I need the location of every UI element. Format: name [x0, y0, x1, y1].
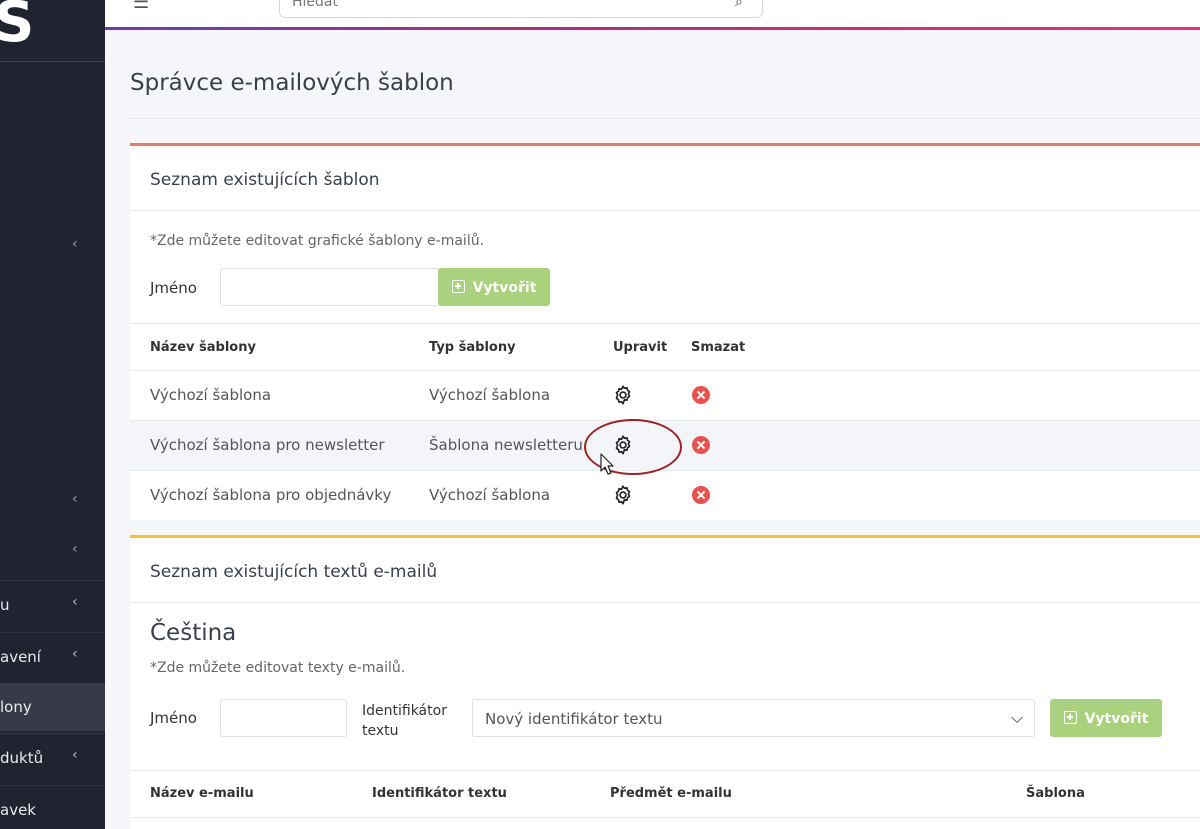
search-icon[interactable]: ⌕	[735, 0, 743, 10]
divider	[130, 770, 1200, 771]
divider	[130, 602, 1200, 603]
gear-icon[interactable]	[612, 484, 634, 506]
divider	[130, 323, 1200, 324]
column-header: Šablona	[1026, 786, 1085, 801]
divider	[130, 210, 1200, 211]
sidebar-item-label: duktů	[0, 749, 44, 767]
page-title: Správce e-mailových šablon	[130, 70, 454, 96]
column-header: Upravit	[613, 340, 668, 355]
sidebar-item-label: avení	[0, 648, 41, 666]
column-header: Typ šablony	[429, 340, 516, 355]
create-text-button[interactable]: Vytvořit	[1050, 699, 1162, 737]
template-type: Výchozí šablona	[429, 486, 551, 504]
create-template-button[interactable]: Vytvořit	[438, 268, 550, 306]
template-name: Výchozí šablona pro newsletter	[150, 436, 385, 454]
table-row: Výchozí šablona pro objednávky Výchozí š…	[130, 470, 1200, 520]
language-heading: Čeština	[150, 620, 237, 646]
sidebar-item-1[interactable]: u ‹	[0, 580, 105, 628]
top-gradient-bar	[105, 27, 1200, 30]
template-type: Výchozí šablona	[429, 386, 551, 404]
sidebar-item-label: u	[0, 596, 10, 614]
template-name: Výchozí šablona pro objednávky	[150, 486, 392, 504]
column-header: Název šablony	[150, 340, 256, 355]
logo[interactable]: S	[0, 0, 105, 62]
identifier-label-line: textu	[362, 723, 399, 739]
template-type: Šablona newsletteru	[429, 436, 583, 454]
divider	[130, 817, 1200, 818]
gear-icon[interactable]	[612, 384, 634, 406]
annotation-circle	[584, 419, 682, 475]
identifier-select[interactable]: Nový identifikátor textu ⌵	[472, 699, 1035, 737]
delete-icon[interactable]	[692, 436, 710, 454]
template-name: Výchozí šablona	[150, 386, 272, 404]
chevron-left-icon[interactable]: ‹	[72, 541, 78, 557]
chevron-left-icon[interactable]: ‹	[72, 236, 78, 252]
name-label: Jméno	[150, 709, 197, 727]
sidebar-item-2[interactable]: avení ‹	[0, 632, 105, 680]
sidebar-item-4[interactable]: duktů ‹	[0, 733, 105, 781]
table-row: Výchozí šablona Výchozí šablona	[130, 370, 1200, 420]
button-label: Vytvořit	[472, 279, 537, 296]
card-title: Seznam existujících šablon	[150, 170, 380, 190]
hint-text: *Zde můžete editovat grafické šablony e-…	[150, 233, 485, 249]
topbar: ☰ ⌕	[105, 0, 1200, 30]
email-name-input[interactable]	[220, 699, 347, 737]
chevron-left-icon[interactable]: ‹	[72, 491, 78, 507]
delete-icon[interactable]	[692, 386, 710, 404]
chevron-down-icon: ⌵	[1011, 708, 1024, 727]
sidebar-item-label: lony	[0, 698, 32, 716]
hint-text: *Zde můžete editovat texty e-mailů.	[150, 660, 406, 676]
delete-icon[interactable]	[692, 486, 710, 504]
sidebar-item-label: avek	[0, 801, 36, 819]
card-title: Seznam existujících textů e-mailů	[150, 562, 438, 582]
column-header: Identifikátor textu	[372, 786, 507, 801]
column-header: Předmět e-mailu	[610, 786, 732, 801]
divider	[130, 118, 1200, 119]
template-name-input[interactable]	[220, 268, 440, 306]
logo-text: S	[0, 0, 35, 55]
plus-square-icon	[451, 279, 465, 293]
button-label: Vytvořit	[1084, 710, 1149, 727]
plus-square-icon	[1063, 710, 1077, 724]
sidebar-item-3[interactable]: lony	[0, 683, 105, 731]
chevron-left-icon: ‹	[72, 747, 78, 763]
sidebar-item-5[interactable]: avek	[0, 785, 105, 829]
column-header: Smazat	[691, 340, 746, 355]
texts-card: Seznam existujících textů e-mailů Češtin…	[130, 535, 1200, 829]
mouse-cursor-icon	[600, 453, 614, 475]
identifier-label-line: Identifikátor	[362, 703, 447, 719]
identifier-label: Identifikátor textu	[362, 701, 447, 741]
chevron-left-icon: ‹	[72, 594, 78, 610]
select-value: Nový identifikátor textu	[485, 710, 663, 728]
sidebar: S ‹ ‹ ‹ u ‹ avení ‹ lony duktů ‹ avek	[0, 0, 105, 829]
chevron-left-icon: ‹	[72, 646, 78, 662]
name-label: Jméno	[150, 279, 197, 297]
hamburger-menu-icon[interactable]: ☰	[133, 0, 149, 13]
column-header: Název e-mailu	[150, 786, 254, 801]
search-input[interactable]	[279, 0, 763, 18]
